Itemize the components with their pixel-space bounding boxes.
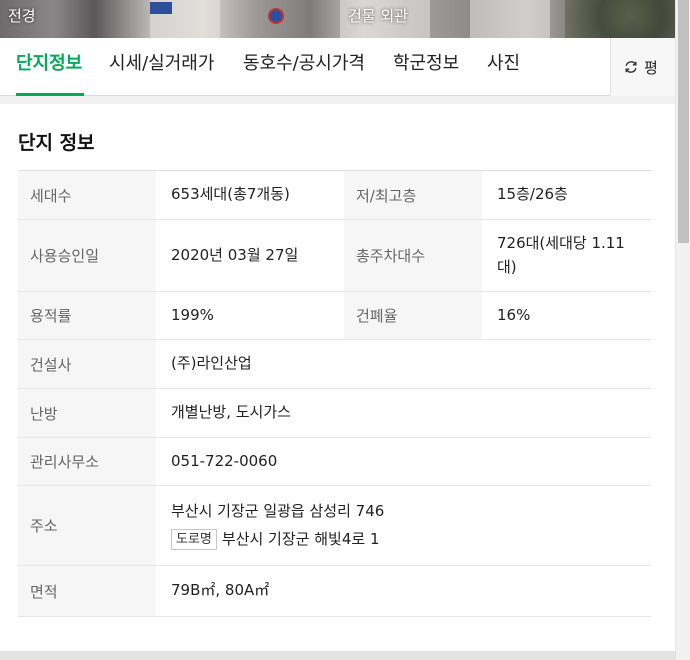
refresh-icon xyxy=(625,61,637,73)
management-office-phone[interactable]: 051-722-0060 xyxy=(156,438,651,485)
table-row: 용적률 199% 건폐율 16% xyxy=(18,292,651,340)
photo-tree xyxy=(565,0,675,38)
complex-info-card: 단지 정보 세대수 653세대(총7개동) 저/최고층 15층/26층 사용승인… xyxy=(0,104,675,651)
photo-building xyxy=(470,0,550,38)
page-scrollbar[interactable] xyxy=(675,0,690,660)
scrollbar-thumb[interactable] xyxy=(678,0,689,243)
management-office-label: 관리사무소 xyxy=(18,438,156,485)
building-coverage-value: 16% xyxy=(497,305,531,324)
tab-unit-official-price[interactable]: 동호수/공시가격 xyxy=(243,38,365,96)
table-row: 사용승인일 2020년 03월 27일 총주차대수 726대(세대당 1.11대… xyxy=(18,220,651,292)
table-row: 주소 부산시 기장군 일광읍 삼성리 746 도로명 부산시 기장군 해빛4로 … xyxy=(18,486,651,566)
floors-value: 15층/26층 xyxy=(497,185,568,204)
traffic-sign xyxy=(268,8,284,24)
address-label: 주소 xyxy=(18,486,156,565)
table-row: 면적 79B㎡, 80A㎡ xyxy=(18,566,651,617)
table-row: 관리사무소 051-722-0060 xyxy=(18,438,651,486)
approval-date-label: 사용승인일 xyxy=(18,220,156,291)
road-address-line: 도로명 부산시 기장군 해빛4로 1 xyxy=(171,528,379,551)
pyeong-label: 평 xyxy=(644,58,658,77)
tab-complex-info[interactable]: 단지정보 xyxy=(16,38,84,96)
approval-date-value: 2020년 03월 27일 xyxy=(171,245,299,264)
table-row: 난방 개별난방, 도시가스 xyxy=(18,389,651,438)
section-divider xyxy=(0,651,675,660)
photo-strip[interactable]: 전경 건물 외관 xyxy=(0,0,675,38)
table-row: 세대수 653세대(총7개동) 저/최고층 15층/26층 xyxy=(18,171,651,220)
road-address: 부산시 기장군 해빛4로 1 xyxy=(221,529,380,548)
address-value: 부산시 기장군 일광읍 삼성리 746 도로명 부산시 기장군 해빛4로 1 xyxy=(156,486,651,565)
builder-label: 건설사 xyxy=(18,340,156,388)
section-title: 단지 정보 xyxy=(18,132,95,154)
lot-address: 부산시 기장군 일광읍 삼성리 746 xyxy=(171,502,385,521)
heating-label: 난방 xyxy=(18,389,156,437)
road-name-badge: 도로명 xyxy=(171,528,217,550)
households-label: 세대수 xyxy=(18,171,156,219)
tab-bar: 단지정보 시세/실거래가 동호수/공시가격 학군정보 사진 평 xyxy=(0,38,675,96)
tab-price-transactions[interactable]: 시세/실거래가 xyxy=(109,38,214,96)
floor-area-ratio-label: 용적률 xyxy=(18,292,156,339)
photo-label-building-exterior[interactable]: 건물 외관 xyxy=(348,5,408,26)
area-value: 79B㎡, 80A㎡ xyxy=(171,581,270,600)
floors-label: 저/최고층 xyxy=(344,171,482,219)
complex-info-table: 세대수 653세대(총7개동) 저/최고층 15층/26층 사용승인일 2020… xyxy=(18,170,651,617)
households-value: 653세대(총7개동) xyxy=(171,185,290,204)
area-label: 면적 xyxy=(18,566,156,616)
tab-school-district[interactable]: 학군정보 xyxy=(393,38,459,96)
pyeong-toggle-button[interactable]: 평 xyxy=(610,38,675,96)
tab-photos[interactable]: 사진 xyxy=(487,38,520,96)
table-row: 건설사 (주)라인산업 xyxy=(18,340,651,389)
parking-value: 726대(세대당 1.11대) xyxy=(497,234,625,276)
photo-label-exterior-view[interactable]: 전경 xyxy=(8,5,36,26)
floor-area-ratio-value: 199% xyxy=(171,305,214,324)
building-coverage-label: 건폐율 xyxy=(344,292,482,339)
builder-value: (주)라인산업 xyxy=(171,354,252,373)
heating-value: 개별난방, 도시가스 xyxy=(171,403,291,422)
street-sign xyxy=(150,2,172,14)
parking-label: 총주차대수 xyxy=(344,220,482,291)
